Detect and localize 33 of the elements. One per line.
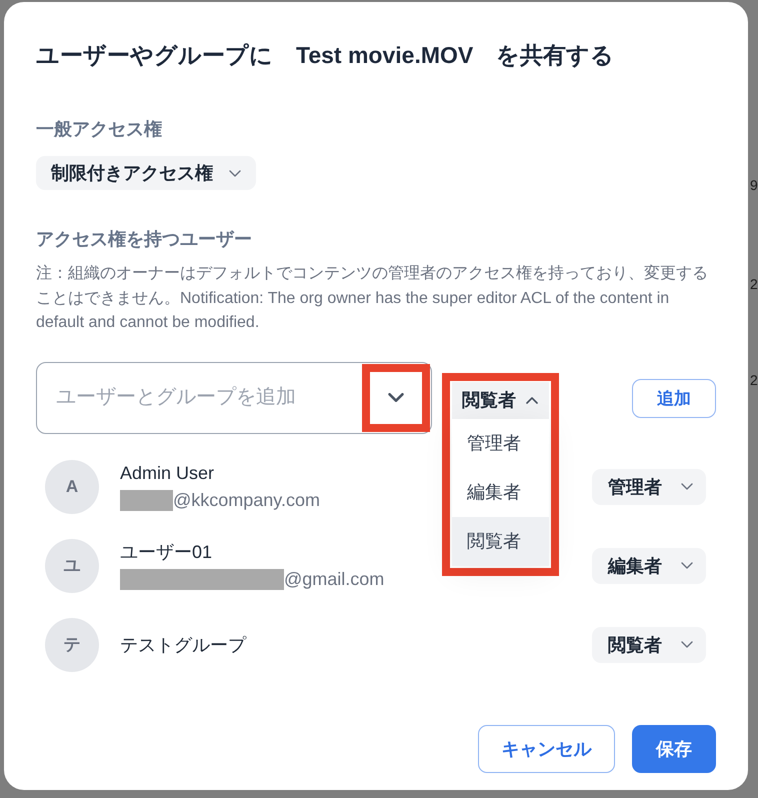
- role-select[interactable]: 閲覧者: [452, 382, 549, 418]
- background-text: 2: [750, 371, 758, 389]
- section-label: 一般アクセス権: [36, 118, 162, 141]
- section-label: アクセス権を持つユーザー: [36, 228, 252, 251]
- user-avatar: テ: [45, 618, 99, 672]
- chevron-down-icon: [681, 641, 693, 648]
- menu-item[interactable]: 編集者: [452, 468, 549, 516]
- user-avatar: A: [45, 460, 99, 514]
- add-button[interactable]: 追加: [632, 378, 716, 418]
- save-button[interactable]: 保存: [632, 724, 716, 772]
- background-text: 2: [750, 275, 758, 293]
- role-dropdown[interactable]: 閲覧者: [592, 626, 706, 662]
- chevron-down-icon: [681, 483, 693, 490]
- general-access-dropdown[interactable]: 制限付きアクセス権: [36, 156, 256, 190]
- dialog-title: ユーザーやグループに Test movie.MOV を共有する: [36, 41, 614, 70]
- user-name: ユーザー01: [120, 540, 214, 564]
- user-name: テストグループ: [120, 634, 246, 656]
- chevron-down-icon: [388, 393, 404, 402]
- user-email: @gmail.com: [284, 569, 384, 590]
- user-email: @kkcompany.com: [173, 490, 320, 511]
- menu-item[interactable]: 閲覧者: [452, 516, 549, 566]
- user-name: Admin User: [120, 462, 216, 484]
- user-avatar: ユ: [45, 538, 99, 592]
- chevron-down-icon: [681, 562, 693, 569]
- add-user-field[interactable]: ユーザーとグループを追加: [36, 362, 432, 434]
- background-text: 9: [750, 176, 758, 194]
- cancel-button[interactable]: キャンセル: [478, 724, 615, 772]
- menu-item[interactable]: 管理者: [452, 418, 549, 468]
- note-text: 注：組織のオーナーはデフォルトでコンテンツの管理者のアクセス権を持っており、変更することはできません。Notification: The org owner has the super editor ACL of the content in default and cannot be modified.: [36, 264, 709, 333]
- role-dropdown[interactable]: 管理者: [592, 468, 706, 504]
- chevron-down-icon: [229, 170, 241, 176]
- role-dropdown[interactable]: 編集者: [592, 548, 706, 584]
- chevron-up-icon: [526, 396, 538, 404]
